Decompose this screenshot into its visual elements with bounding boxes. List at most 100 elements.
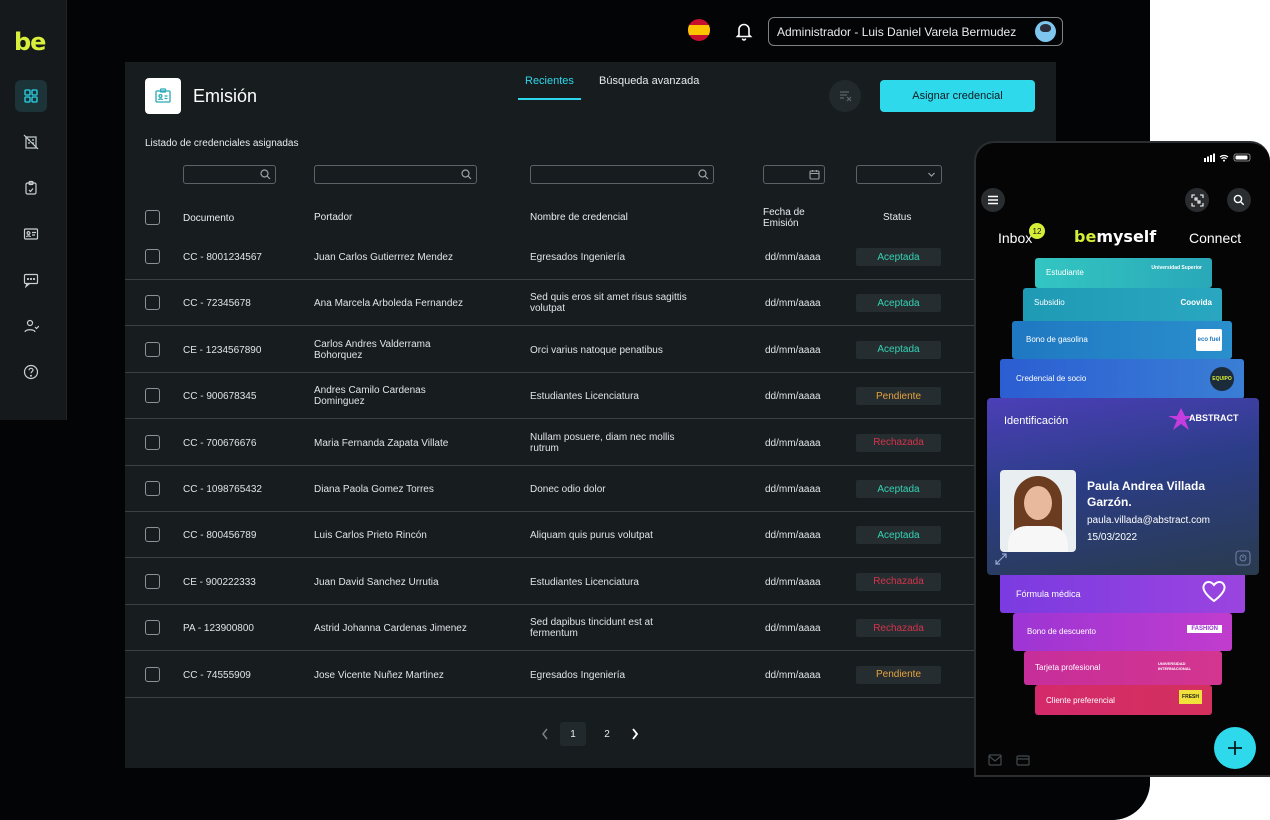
table-row[interactable]: CC - 72345678 Ana Marcela Arboleda Fernan… [125, 280, 975, 327]
status-bar-icons [1204, 153, 1251, 162]
document-cell: CC - 72345678 [183, 298, 251, 310]
page-title-icon [145, 78, 181, 114]
assign-credential-button[interactable]: Asignar credencial [880, 80, 1035, 112]
credential-cell: Egresados Ingeniería [530, 252, 626, 263]
scan-button[interactable] [1185, 188, 1209, 212]
wallet-card-bono-gasolina[interactable]: Bono de gasolina eco fuel [1012, 321, 1232, 359]
sidebar-item-credentials[interactable] [15, 218, 47, 250]
document-cell: CC - 800456789 [183, 530, 257, 542]
document-filter-input[interactable] [183, 165, 276, 184]
sidebar-item-templates[interactable] [15, 172, 47, 204]
add-credential-fab[interactable] [1214, 727, 1256, 769]
document-cell: CC - 900678345 [183, 391, 257, 403]
row-checkbox[interactable] [145, 388, 160, 404]
hamburger-icon [988, 195, 998, 205]
sidebar-item-help[interactable] [15, 356, 47, 388]
wallet-card-subsidio[interactable]: Subsidio Coovida [1023, 288, 1222, 323]
identity-card[interactable]: Identificación ABSTRACT Paula Andrea Vil… [987, 398, 1259, 575]
fingerprint-icon[interactable] [1235, 550, 1251, 566]
card-label: Estudiante [1046, 268, 1084, 277]
bell-icon[interactable] [735, 21, 753, 41]
calendar-icon [809, 170, 820, 180]
table-row[interactable]: CC - 74555909 Jose Vicente Nuñez Martinez… [125, 652, 975, 698]
clear-filters-button[interactable] [829, 80, 861, 112]
menu-button[interactable] [981, 188, 1005, 212]
chevron-down-icon [928, 172, 935, 177]
pagination-page-2[interactable]: 2 [594, 722, 620, 746]
holder-filter-input[interactable] [314, 165, 477, 184]
sidebar-item-dashboard[interactable] [15, 80, 47, 112]
column-header-fecha-2[interactable]: Emisión [763, 218, 799, 229]
status-badge: Aceptada [856, 480, 941, 498]
document-cell: CC - 700676676 [183, 437, 257, 449]
user-label: Administrador - Luis Daniel Varela Bermu… [777, 24, 1017, 39]
document-cell: PA - 123900800 [183, 623, 254, 635]
expand-icon[interactable] [994, 552, 1008, 566]
holder-photo [1000, 470, 1076, 552]
chevron-left-icon [542, 728, 548, 740]
wallet-card-bono-descuento[interactable]: Bono de descuento FASHION [1013, 613, 1232, 651]
date-filter-input[interactable] [763, 165, 825, 184]
row-checkbox[interactable] [145, 620, 160, 636]
app-logo: be [14, 28, 46, 56]
id-badge-icon [155, 88, 171, 103]
user-menu[interactable]: Administrador - Luis Daniel Varela Bermu… [768, 17, 1063, 46]
wallet-card-cliente-preferencial[interactable]: Cliente preferencial FRESH [1035, 685, 1212, 715]
table-row[interactable]: CC - 800456789 Luis Carlos Prieto Rincón A… [125, 512, 975, 559]
row-checkbox[interactable] [145, 341, 160, 357]
column-header-nombre[interactable]: Nombre de credencial [530, 212, 628, 223]
row-checkbox[interactable] [145, 249, 160, 264]
phone-brand-logo: bemyself [1074, 227, 1156, 246]
search-icon [260, 169, 271, 180]
table-row[interactable]: CC - 8001234567 Juan Carlos Gutierrrez Me… [125, 234, 975, 280]
id-card-date: 15/03/2022 [1087, 532, 1138, 543]
phone-tab-connect[interactable]: Connect [1189, 230, 1241, 246]
chevron-right-icon [632, 728, 639, 740]
pagination-page-1[interactable]: 1 [560, 722, 586, 746]
sidebar-item-users[interactable] [15, 310, 47, 342]
mail-icon[interactable] [988, 754, 1002, 766]
status-filter-select[interactable] [856, 165, 942, 184]
sidebar-item-messages[interactable] [15, 264, 47, 296]
wallet-card-tarjeta-profesional[interactable]: Tarjeta profesional UNIVERSIDAD INTERNAC… [1024, 651, 1222, 685]
row-checkbox[interactable] [145, 666, 160, 682]
table-row[interactable]: PA - 123900800 Astrid Johanna Cardenas Ji… [125, 605, 975, 652]
table-row[interactable]: CE - 900222333 Juan David Sanchez Urrutia… [125, 559, 975, 605]
holder-cell: Maria Fernanda Zapata Villate [314, 437, 449, 449]
id-card-name-line-1: Paula Andrea Villada [1087, 479, 1206, 493]
row-checkbox[interactable] [145, 481, 160, 496]
users-icon [24, 319, 39, 333]
pagination-next[interactable] [623, 722, 647, 746]
wallet-icon[interactable] [1016, 754, 1030, 766]
credential-filter-input[interactable] [530, 165, 714, 184]
column-header-documento[interactable]: Documento [183, 213, 234, 224]
credential-cell: Nullam posuere, diam nec mollis [530, 431, 675, 443]
table-row[interactable]: CC - 1098765432 Diana Paola Gomez Torres D… [125, 466, 975, 512]
table-row[interactable]: CC - 700676676 Maria Fernanda Zapata Vill… [125, 420, 975, 466]
sidebar-item-organizations[interactable] [15, 126, 47, 158]
building-off-icon [23, 134, 39, 150]
language-flag-icon[interactable] [688, 19, 710, 41]
column-header-fecha-1[interactable]: Fecha de [763, 207, 805, 218]
row-checkbox[interactable] [145, 527, 160, 543]
column-header-status[interactable]: Status [883, 212, 911, 223]
search-icon [698, 169, 709, 180]
row-checkbox[interactable] [145, 573, 160, 589]
row-checkbox[interactable] [145, 295, 160, 311]
row-checkbox[interactable] [145, 434, 160, 450]
sidebar: be [0, 0, 67, 420]
tab-recientes[interactable]: Recientes [518, 75, 581, 100]
tab-busqueda-avanzada[interactable]: Búsqueda avanzada [599, 75, 699, 99]
holder-cell: Diana Paola Gomez Torres [314, 484, 434, 495]
phone-tab-inbox[interactable]: Inbox [998, 230, 1032, 246]
column-header-portador[interactable]: Portador [314, 212, 352, 223]
date-cell: dd/mm/aaaa [765, 344, 821, 356]
select-all-checkbox[interactable] [145, 210, 160, 225]
wallet-card-credencial-socio[interactable]: Credencial de socio EQUIPO [1000, 359, 1244, 399]
wallet-card-estudiante[interactable]: Estudiante Universidad Superior [1035, 258, 1212, 288]
table-row[interactable]: CC - 900678345 Andres Camilo Cardenas Domi… [125, 373, 975, 420]
phone-search-button[interactable] [1227, 188, 1251, 212]
status-badge: Rechazada [856, 619, 941, 638]
table-row[interactable]: CE - 1234567890 Carlos Andres Valderrama B… [125, 327, 975, 373]
pagination-prev[interactable] [533, 722, 557, 746]
